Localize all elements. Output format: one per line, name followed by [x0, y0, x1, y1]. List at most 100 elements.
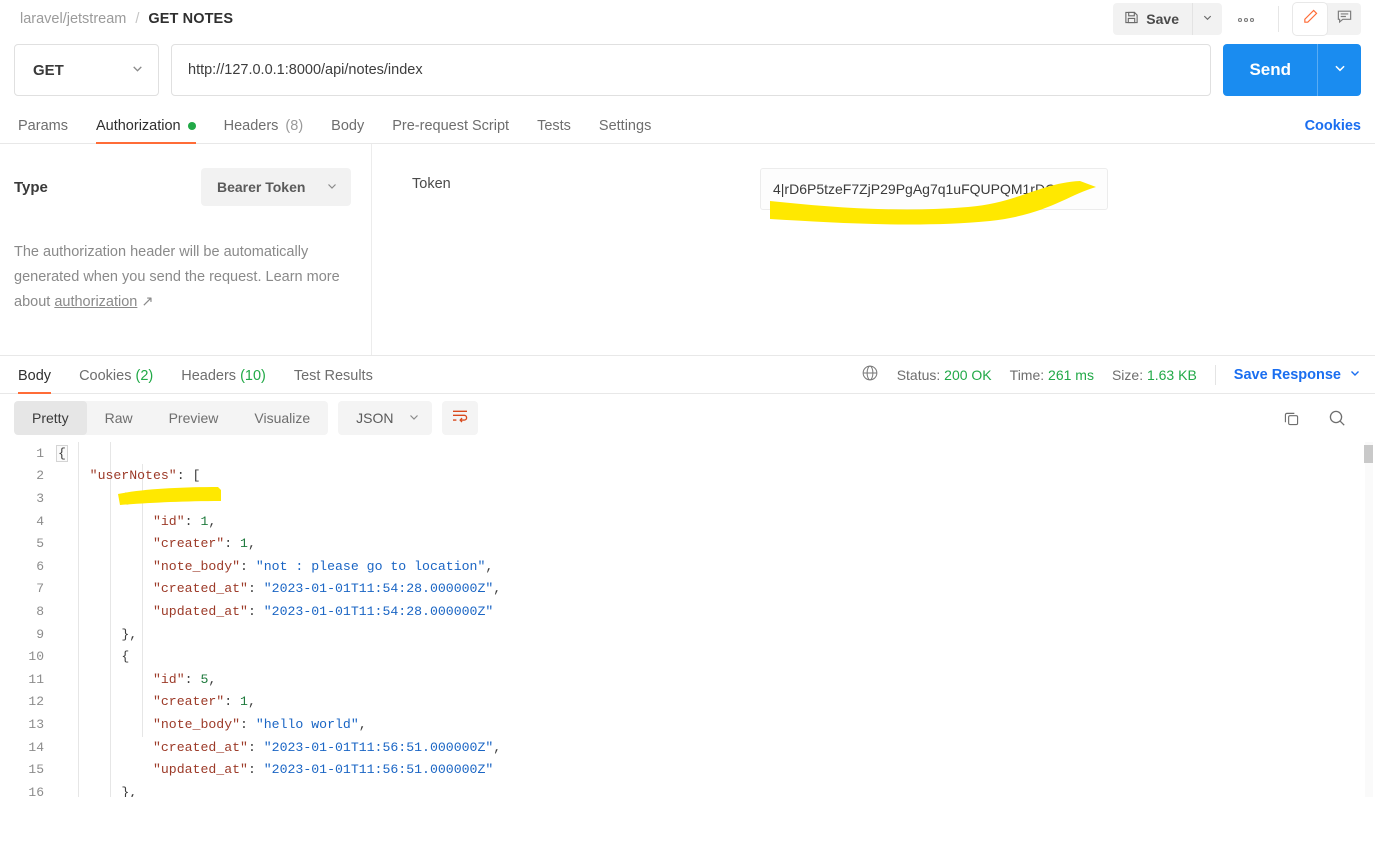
code-token: , [358, 716, 367, 732]
code-line-content: "updated_at": "2023-01-01T11:56:51.00000… [58, 762, 493, 777]
line-number: 2 [36, 468, 44, 484]
code-line: 13 "note_body": "hello world", [0, 713, 1375, 736]
code-token: "note_body" [152, 558, 241, 574]
code-token: : [ [176, 468, 201, 484]
external-link-arrow-icon: ↗ [141, 294, 154, 310]
line-number: 16 [28, 784, 44, 797]
response-meta-divider [1214, 364, 1216, 385]
response-tab-test-results[interactable]: Test Results [280, 368, 387, 393]
auth-type-value: Bearer Token [216, 179, 306, 195]
code-scrollbar-thumb[interactable] [1364, 445, 1373, 463]
code-token: "creater" [152, 536, 225, 552]
format-preview-button[interactable]: Preview [151, 401, 237, 435]
code-scrollbar-track[interactable] [1365, 442, 1373, 797]
status-value: 200 OK [944, 366, 992, 383]
floppy-disk-icon [1124, 10, 1139, 28]
response-tab-headers[interactable]: Headers (10) [167, 368, 280, 393]
code-token: : [247, 603, 264, 619]
tab-params-label: Params [18, 118, 68, 134]
chevron-down-icon [408, 410, 420, 426]
code-token: , [485, 558, 494, 574]
more-actions-button[interactable] [1228, 3, 1264, 35]
breadcrumb-collection[interactable]: laravel/jetstream [20, 11, 126, 27]
code-line: 16 }, [0, 781, 1375, 797]
tab-params[interactable]: Params [14, 118, 82, 143]
chevron-down-icon [1202, 10, 1213, 28]
response-language-value: JSON [356, 410, 394, 426]
response-tab-body[interactable]: Body [14, 368, 65, 394]
copy-icon[interactable] [1282, 409, 1301, 428]
code-line-content: "creater": 1, [58, 536, 256, 551]
globe-icon[interactable] [861, 364, 879, 385]
ellipsis-icon [1236, 12, 1256, 27]
authorization-help-link[interactable]: authorization [54, 294, 137, 310]
code-line: 6 "note_body": "not : please go to locat… [0, 555, 1375, 578]
response-tabs: Body Cookies (2) Headers (10) Test Resul… [0, 356, 1375, 394]
code-line-content: }, [58, 785, 137, 797]
code-token: }, [121, 784, 138, 797]
format-pretty-button[interactable]: Pretty [14, 401, 87, 435]
response-body-code[interactable]: 1{2 "userNotes": [3 {4 "id": 1, 5 "create… [0, 442, 1375, 797]
code-token: "created_at" [152, 581, 248, 597]
line-number: 6 [36, 558, 44, 574]
code-line-content: "id": 1, [58, 514, 216, 529]
cookies-link[interactable]: Cookies [1305, 118, 1361, 143]
save-label: Save [1146, 11, 1179, 27]
word-wrap-toggle[interactable] [441, 401, 478, 435]
response-body-toolbar: Pretty Raw Preview Visualize JSON [0, 394, 1375, 442]
format-raw-button[interactable]: Raw [87, 401, 151, 435]
response-tab-cookies-label: Cookies [79, 368, 132, 384]
comment-icon [1336, 8, 1353, 30]
time-label: Time: [1009, 366, 1045, 383]
token-input[interactable]: 4|rD6P5tzeF7ZjP29PgAg7q1uFQUPQM1rDC… [760, 168, 1108, 210]
code-line: 12 "creater": 1, [0, 691, 1375, 714]
chevron-down-icon [1333, 61, 1347, 80]
breadcrumb-request-name[interactable]: GET NOTES [148, 11, 233, 27]
code-line: 3 { [0, 487, 1375, 510]
tab-pre-request-script-label: Pre-request Script [392, 118, 510, 134]
code-token: : [184, 513, 201, 529]
size-readout: Size: 1.63 KB [1112, 367, 1197, 383]
search-icon[interactable] [1327, 408, 1347, 428]
auth-type-select[interactable]: Bearer Token [200, 168, 351, 206]
code-token: { [121, 490, 130, 506]
response-tab-test-results-label: Test Results [293, 368, 373, 384]
response-tab-cookies[interactable]: Cookies (2) [65, 368, 167, 393]
code-token: "not : please go to location" [255, 558, 486, 574]
tab-settings[interactable]: Settings [585, 118, 665, 143]
tab-tests[interactable]: Tests [523, 118, 585, 143]
breadcrumb: laravel/jetstream / GET NOTES [20, 11, 233, 27]
auth-active-indicator-dot [187, 122, 196, 130]
code-line-content: }, [58, 627, 137, 642]
line-number: 5 [36, 536, 44, 552]
code-token: "created_at" [152, 739, 248, 755]
save-response-button[interactable]: Save Response [1234, 367, 1361, 383]
code-line-content: "created_at": "2023-01-01T11:56:51.00000… [58, 740, 501, 755]
code-line: 1{ [0, 442, 1375, 465]
code-line: 10 { [0, 645, 1375, 668]
save-button[interactable]: Save [1113, 3, 1192, 35]
http-method-select[interactable]: GET [14, 44, 159, 96]
code-token: : [240, 558, 256, 574]
token-value: 4|rD6P5tzeF7ZjP29PgAg7q1uFQUPQM1rDC… [773, 181, 1070, 197]
tab-body[interactable]: Body [317, 118, 378, 143]
tab-headers[interactable]: Headers (8) [210, 118, 318, 143]
send-button[interactable]: Send [1223, 44, 1317, 96]
save-dropdown-button[interactable] [1192, 3, 1222, 35]
response-tab-body-label: Body [18, 368, 52, 384]
code-token: , [208, 513, 217, 529]
tab-authorization[interactable]: Authorization [82, 118, 210, 144]
send-dropdown-button[interactable] [1317, 44, 1361, 96]
tab-pre-request-script[interactable]: Pre-request Script [378, 118, 523, 143]
chevron-down-icon [131, 62, 144, 79]
code-fold-marker[interactable]: { [56, 444, 68, 462]
comments-button[interactable] [1327, 3, 1361, 35]
code-token: }, [121, 626, 138, 642]
format-visualize-button[interactable]: Visualize [236, 401, 328, 435]
view-toggle-group [1293, 3, 1361, 35]
chevron-down-icon [326, 179, 338, 195]
response-language-select[interactable]: JSON [338, 401, 432, 435]
edit-request-button[interactable] [1293, 3, 1327, 35]
code-line: 5 "creater": 1, [0, 532, 1375, 555]
url-input[interactable]: http://127.0.0.1:8000/api/notes/index [171, 44, 1212, 96]
